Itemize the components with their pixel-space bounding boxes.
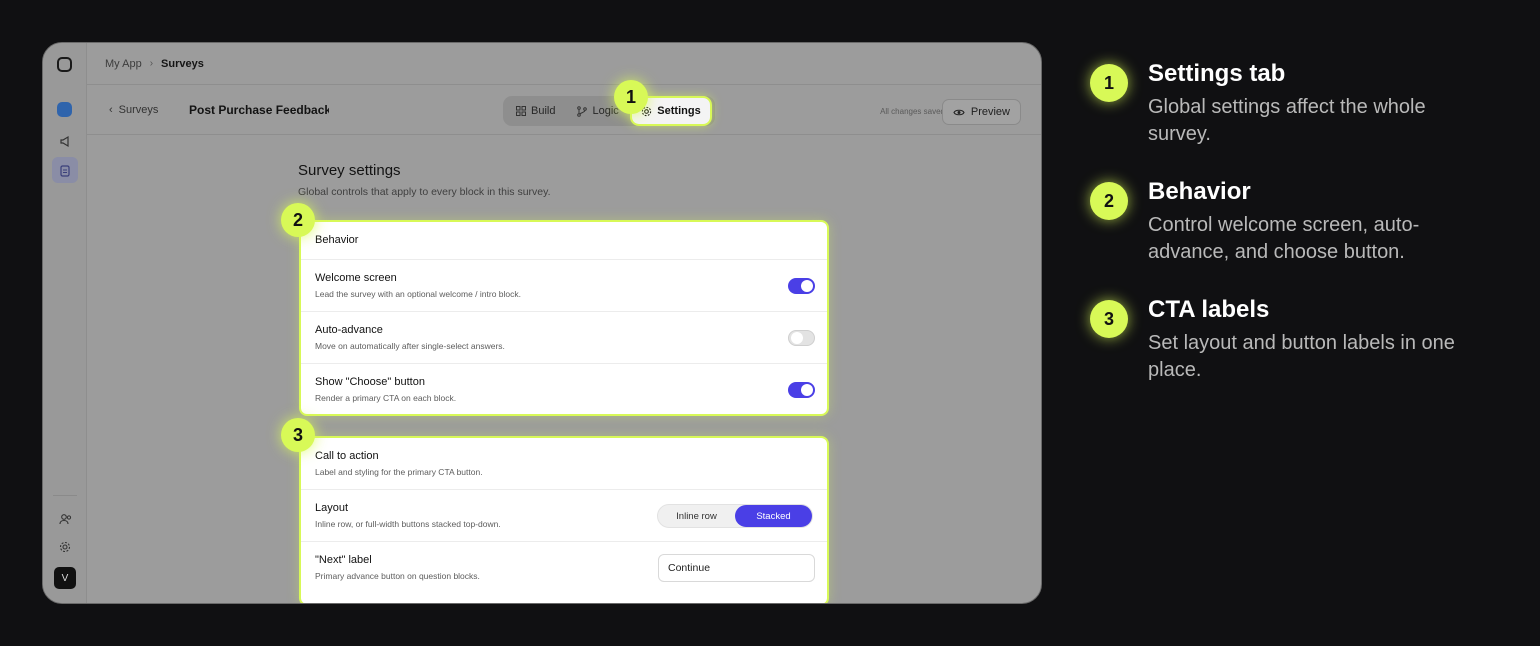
auto-advance-row: Auto-advance Move on automatically after… <box>301 312 827 364</box>
survey-title[interactable]: Post Purchase Feedback S <box>189 103 329 117</box>
row-title: Auto-advance <box>315 324 383 336</box>
callout-desc: Set layout and button labels in one plac… <box>1148 332 1455 381</box>
auto-advance-toggle[interactable] <box>788 330 815 346</box>
app-logo-icon[interactable] <box>57 57 72 72</box>
back-to-surveys-link[interactable]: ‹ Surveys <box>109 104 158 116</box>
cta-header-desc: Label and styling for the primary CTA bu… <box>315 467 483 477</box>
cta-card: Call to action Label and styling for the… <box>299 436 829 603</box>
row-title: Welcome screen <box>315 272 397 284</box>
row-desc: Lead the survey with an optional welcome… <box>315 289 522 299</box>
left-rail: V <box>43 43 87 603</box>
tab-build[interactable]: Build <box>506 99 565 123</box>
layout-option-inline-row[interactable]: Inline row <box>658 505 735 527</box>
chevron-left-icon: ‹ <box>109 104 113 116</box>
welcome-screen-toggle[interactable] <box>788 278 815 294</box>
preview-button-label: Preview <box>970 106 1010 118</box>
avatar[interactable]: V <box>54 567 76 589</box>
app-window: V My App › Surveys ‹ Surveys Post Purcha… <box>42 42 1042 604</box>
callout-number: 3 <box>1090 300 1128 338</box>
behavior-card: Behavior Welcome screen Lead the survey … <box>299 220 829 416</box>
breadcrumb: My App › Surveys <box>87 43 1041 85</box>
row-desc: Move on automatically after single-selec… <box>315 341 505 351</box>
preview-button[interactable]: Preview <box>941 99 1021 125</box>
rail-divider <box>53 495 77 496</box>
cta-header-title: Call to action <box>315 450 379 462</box>
next-label-row: "Next" label Primary advance button on q… <box>301 542 827 594</box>
tab-build-label: Build <box>531 105 556 117</box>
cta-header: Call to action Label and styling for the… <box>301 438 827 490</box>
users-icon[interactable] <box>55 509 75 529</box>
next-label-input[interactable] <box>658 554 815 582</box>
save-status: All changes saved <box>880 107 945 116</box>
show-choose-button-toggle[interactable] <box>788 382 815 398</box>
clipboard-icon[interactable] <box>52 157 78 183</box>
breadcrumb-current: Surveys <box>161 57 204 70</box>
callout-title: Settings tab <box>1148 60 1286 87</box>
marker-1: 1 <box>614 80 648 114</box>
eye-icon <box>953 109 965 115</box>
page-title: Survey settings <box>298 162 401 179</box>
workspace-icon[interactable] <box>57 102 72 117</box>
callout-title: Behavior <box>1148 178 1251 205</box>
gear-icon[interactable] <box>55 537 75 557</box>
callout-title: CTA labels <box>1148 296 1270 323</box>
chevron-right-icon: › <box>149 58 154 69</box>
callout-number: 1 <box>1090 64 1128 102</box>
page-subtitle: Global controls that apply to every bloc… <box>298 186 551 198</box>
callout-number: 2 <box>1090 182 1128 220</box>
welcome-screen-row: Welcome screen Lead the survey with an o… <box>301 260 827 312</box>
behavior-header: Behavior <box>301 222 827 260</box>
row-title: Show "Choose" button <box>315 376 425 388</box>
tab-logic-label: Logic <box>592 105 619 117</box>
show-choose-button-row: Show "Choose" button Render a primary CT… <box>301 364 827 414</box>
layout-row: Layout Inline row, or full-width buttons… <box>301 490 827 542</box>
tab-settings-label: Settings <box>657 105 701 117</box>
settings-content: Survey settings Global controls that app… <box>87 135 1041 603</box>
branch-icon <box>577 105 588 117</box>
breadcrumb-root[interactable]: My App <box>105 58 142 70</box>
grid-icon <box>516 106 526 116</box>
layout-option-stacked[interactable]: Stacked <box>735 505 812 527</box>
row-desc: Render a primary CTA on each block. <box>315 393 457 403</box>
callout-desc: Control welcome screen, auto-advance, an… <box>1148 214 1420 263</box>
layout-segmented-control: Inline row Stacked <box>657 504 813 528</box>
callout-desc: Global settings affect the whole survey. <box>1148 96 1426 145</box>
marker-2: 2 <box>281 203 315 237</box>
back-link-label: Surveys <box>118 104 159 116</box>
survey-toolbar: ‹ Surveys Post Purchase Feedback S Build… <box>87 85 1041 135</box>
megaphone-icon[interactable] <box>55 131 75 151</box>
marker-3: 3 <box>281 418 315 452</box>
